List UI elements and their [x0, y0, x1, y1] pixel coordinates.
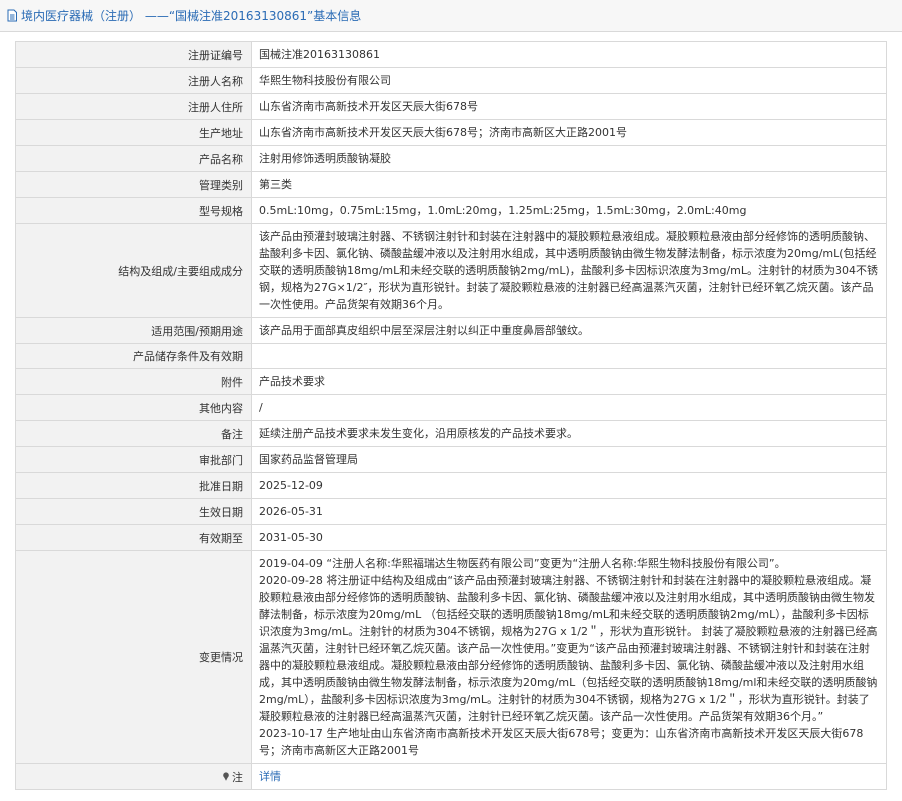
row-label: 有效期至 [15, 524, 252, 551]
row-value: 延续注册产品技术要求未发生变化，沿用原核发的产品技术要求。 [251, 420, 887, 447]
row-value: 华熙生物科技股份有限公司 [251, 67, 887, 94]
row-label: 注册人住所 [15, 93, 252, 120]
row-value: 产品技术要求 [251, 368, 887, 395]
row-label: 备注 [15, 420, 252, 447]
table-row-note: 注 详情 [15, 763, 887, 790]
row-label: 附件 [15, 368, 252, 395]
row-label: 产品名称 [15, 145, 252, 172]
table-row: 其他内容 / [15, 394, 887, 421]
page-header: 境内医疗器械（注册） ——“国械注准20163130861”基本信息 [0, 0, 902, 32]
row-label: 型号规格 [15, 197, 252, 224]
row-value: 0.5mL:10mg，0.75mL:15mg，1.0mL:20mg，1.25mL… [251, 197, 887, 224]
row-value: 山东省济南市高新技术开发区天辰大街678号；济南市高新区大正路2001号 [251, 119, 887, 146]
table-row: 产品名称 注射用修饰透明质酸钠凝胶 [15, 145, 887, 172]
details-link[interactable]: 详情 [259, 770, 281, 783]
table-row: 适用范围/预期用途 该产品用于面部真皮组织中层至深层注射以纠正中重度鼻唇部皱纹。 [15, 317, 887, 344]
note-label: 注 [232, 770, 243, 784]
note-label-cell: 注 [15, 763, 252, 790]
table-row: 生产地址 山东省济南市高新技术开发区天辰大街678号；济南市高新区大正路2001… [15, 119, 887, 146]
table-row-changes: 变更情况 2019-04-09 “注册人名称:华熙福瑞达生物医药有限公司”变更为… [15, 550, 887, 764]
change-entry: 2020-09-28 将注册证中结构及组成由“该产品由预灌封玻璃注射器、不锈钢注… [259, 574, 878, 723]
change-entry: 2023-10-17 生产地址由山东省济南市高新技术开发区天辰大街678号；变更… [259, 727, 864, 757]
row-label: 批准日期 [15, 472, 252, 499]
table-row: 有效期至 2031-05-30 [15, 524, 887, 551]
row-label: 生效日期 [15, 498, 252, 525]
info-table: 注册证编号 国械注准20163130861 注册人名称 华熙生物科技股份有限公司… [15, 41, 887, 790]
change-entry: 2019-04-09 “注册人名称:华熙福瑞达生物医药有限公司”变更为“注册人名… [259, 557, 786, 570]
table-row: 备注 延续注册产品技术要求未发生变化，沿用原核发的产品技术要求。 [15, 420, 887, 447]
table-row: 结构及组成/主要组成成分 该产品由预灌封玻璃注射器、不锈钢注射针和封装在注射器中… [15, 223, 887, 318]
table-row: 注册人名称 华熙生物科技股份有限公司 [15, 67, 887, 94]
changes-value: 2019-04-09 “注册人名称:华熙福瑞达生物医药有限公司”变更为“注册人名… [251, 550, 887, 764]
row-value: 山东省济南市高新技术开发区天辰大街678号 [251, 93, 887, 120]
table-row: 注册人住所 山东省济南市高新技术开发区天辰大街678号 [15, 93, 887, 120]
row-label: 审批部门 [15, 446, 252, 473]
row-label: 其他内容 [15, 394, 252, 421]
row-value: 该产品由预灌封玻璃注射器、不锈钢注射针和封装在注射器中的凝胶颗粒悬液组成。凝胶颗… [251, 223, 887, 318]
row-label: 生产地址 [15, 119, 252, 146]
page-title: 境内医疗器械（注册） ——“国械注准20163130861”基本信息 [21, 9, 362, 23]
table-row: 管理类别 第三类 [15, 171, 887, 198]
row-label: 注册人名称 [15, 67, 252, 94]
row-value: 国械注准20163130861 [251, 41, 887, 68]
row-value: 2026-05-31 [251, 498, 887, 525]
row-label: 适用范围/预期用途 [15, 317, 252, 344]
row-value: 第三类 [251, 171, 887, 198]
row-label: 结构及组成/主要组成成分 [15, 223, 252, 318]
pin-icon [222, 771, 230, 784]
row-value: 2031-05-30 [251, 524, 887, 551]
table-row: 批准日期 2025-12-09 [15, 472, 887, 499]
row-label: 注册证编号 [15, 41, 252, 68]
row-label: 管理类别 [15, 171, 252, 198]
document-icon [6, 9, 18, 22]
table-row: 附件 产品技术要求 [15, 368, 887, 395]
row-label: 产品储存条件及有效期 [15, 343, 252, 369]
changes-label: 变更情况 [15, 550, 252, 764]
row-value: 注射用修饰透明质酸钠凝胶 [251, 145, 887, 172]
table-row: 审批部门 国家药品监督管理局 [15, 446, 887, 473]
row-value: / [251, 394, 887, 421]
table-row: 型号规格 0.5mL:10mg，0.75mL:15mg，1.0mL:20mg，1… [15, 197, 887, 224]
table-row: 产品储存条件及有效期 [15, 343, 887, 369]
row-value: 该产品用于面部真皮组织中层至深层注射以纠正中重度鼻唇部皱纹。 [251, 317, 887, 344]
table-row: 生效日期 2026-05-31 [15, 498, 887, 525]
note-value: 详情 [251, 763, 887, 790]
row-value: 国家药品监督管理局 [251, 446, 887, 473]
table-row: 注册证编号 国械注准20163130861 [15, 41, 887, 68]
row-value [251, 343, 887, 369]
row-value: 2025-12-09 [251, 472, 887, 499]
